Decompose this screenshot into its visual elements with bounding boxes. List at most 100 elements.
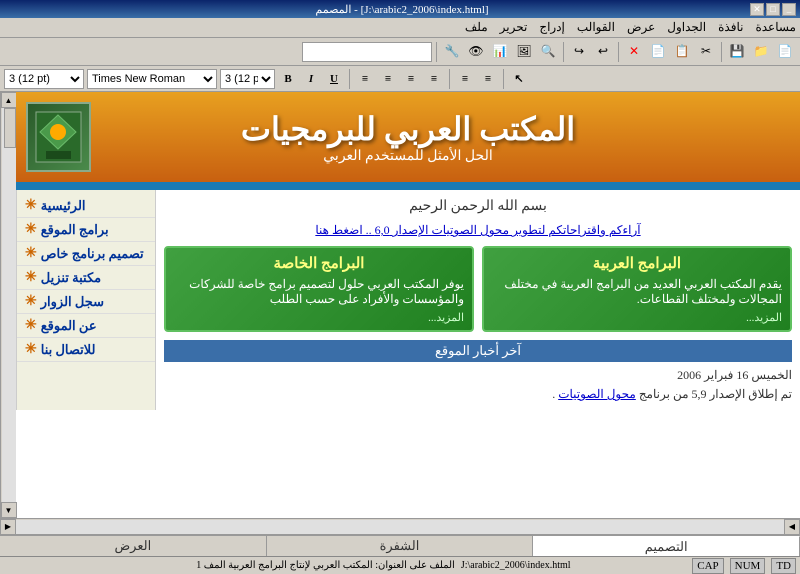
nav-programs-label: برامج الموقع xyxy=(41,222,109,238)
nav-sidebar: الرئيسية ✳ برامج الموقع ✳ تصميم برنامج خ… xyxy=(16,190,156,410)
copy-button[interactable]: 📋 xyxy=(671,41,693,63)
td-indicator: TD xyxy=(771,558,796,574)
scroll-down-button[interactable]: ▼ xyxy=(1,502,17,518)
title-bar: _ □ ✕ [J:\arabic2_2006\index.html] - الم… xyxy=(0,0,800,18)
menu-insert[interactable]: إدراج xyxy=(539,20,565,35)
tab-preview[interactable]: العرض xyxy=(0,536,267,556)
box2-more[interactable]: المزيد... xyxy=(174,311,464,324)
menu-edit[interactable]: تحرير xyxy=(500,20,528,35)
size-select[interactable]: 3 (12 pt) xyxy=(220,69,275,89)
address-input[interactable] xyxy=(302,42,432,62)
nav-contact-label: للاتصال بنا xyxy=(41,342,96,358)
arabic-programs-box: البرامج العربية يقدم المكتب العربي العدي… xyxy=(482,246,792,332)
minimize-button[interactable]: _ xyxy=(782,3,796,16)
table-button[interactable]: 📊 xyxy=(489,41,511,63)
new-button[interactable]: 📄 xyxy=(774,41,796,63)
nav-home-star: ✳ xyxy=(25,197,37,214)
open-button[interactable]: 📁 xyxy=(750,41,772,63)
close-button[interactable]: ✕ xyxy=(750,3,764,16)
separator-2 xyxy=(618,42,619,62)
nav-home-label: الرئيسية xyxy=(41,198,86,214)
main-layout: المكتب العربي للبرمجيات الحل الأمثل للمس… xyxy=(0,92,800,534)
status-info: الملف على العنوان: المكتب العربي لإنتاج … xyxy=(4,560,455,571)
separator-4 xyxy=(436,42,437,62)
image-button[interactable]: 🖼 xyxy=(513,41,535,63)
menu-window[interactable]: نافذة xyxy=(718,20,743,35)
content-area: المكتب العربي للبرمجيات الحل الأمثل للمس… xyxy=(0,92,800,534)
separator-1 xyxy=(721,42,722,62)
underline-button[interactable]: U xyxy=(324,69,344,89)
font-select[interactable]: Times New Roman xyxy=(87,69,217,89)
nav-about-star: ✳ xyxy=(25,317,37,334)
scroll-up-button[interactable]: ▲ xyxy=(1,92,17,108)
h-scroll-track[interactable] xyxy=(16,520,784,534)
site-subtitle: الحل الأمثل للمستخدم العربي xyxy=(241,148,575,165)
paragraph-select[interactable]: 3 (12 pt) xyxy=(4,69,84,89)
align-left[interactable]: ≡ xyxy=(355,69,375,89)
align-right[interactable]: ≡ xyxy=(401,69,421,89)
undo-button[interactable]: ↩ xyxy=(592,41,614,63)
menu-file[interactable]: ملف xyxy=(465,20,488,35)
maximize-button[interactable]: □ xyxy=(766,3,780,16)
align-justify[interactable]: ≡ xyxy=(424,69,444,89)
menu-bar: مساعدة نافذة الجداول عرض القوالب إدراج ت… xyxy=(0,18,800,38)
nav-visitors-star: ✳ xyxy=(25,293,37,310)
nav-design-star: ✳ xyxy=(25,245,37,262)
tab-code[interactable]: الشفرة xyxy=(267,536,534,556)
menu-view[interactable]: عرض xyxy=(627,20,655,35)
nav-visitors-label: سجل الزوار xyxy=(41,294,104,310)
status-path: J:\arabic2_2006\index.html xyxy=(461,560,686,571)
cursor-tool[interactable]: ↖ xyxy=(509,69,529,89)
window-title: [J:\arabic2_2006\index.html] - المصمم xyxy=(315,3,488,16)
nav-programs[interactable]: برامج الموقع ✳ xyxy=(17,218,155,242)
bold-button[interactable]: B xyxy=(278,69,298,89)
vertical-scrollbar[interactable]: ▲ ▼ xyxy=(0,92,16,518)
align-center[interactable]: ≡ xyxy=(378,69,398,89)
nav-home[interactable]: الرئيسية ✳ xyxy=(17,194,155,218)
site-logo xyxy=(26,102,91,172)
content-inner: المكتب العربي للبرمجيات الحل الأمثل للمس… xyxy=(0,92,800,518)
site-title: المكتب العربي للبرمجيات xyxy=(241,110,575,148)
italic-button[interactable]: I xyxy=(301,69,321,89)
nav-contact[interactable]: للاتصال بنا ✳ xyxy=(17,338,155,362)
box1-more[interactable]: المزيد... xyxy=(492,311,782,324)
scroll-track[interactable] xyxy=(2,108,16,502)
nav-design[interactable]: تصميم برنامج خاص ✳ xyxy=(17,242,155,266)
bismillah-text: بسم الله الرحمن الرحيم xyxy=(164,198,792,215)
fmt-separator-3 xyxy=(503,69,504,89)
preview-button[interactable]: 👁 xyxy=(465,41,487,63)
scroll-right-button[interactable]: ▶ xyxy=(0,519,16,535)
news-bar: آخر أخبار الموقع xyxy=(164,340,792,362)
settings-button[interactable]: 🔧 xyxy=(441,41,463,63)
news-date: الخميس 16 فبراير 2006 xyxy=(164,368,792,383)
nav-library-star: ✳ xyxy=(25,269,37,286)
window-controls[interactable]: _ □ ✕ xyxy=(750,3,796,16)
format-toolbar: 3 (12 pt) Times New Roman 3 (12 pt) B I … xyxy=(0,66,800,92)
search-button[interactable]: 🔍 xyxy=(537,41,559,63)
cut-button[interactable]: ✂ xyxy=(695,41,717,63)
redo-button[interactable]: ↪ xyxy=(568,41,590,63)
ordered-list[interactable]: ≡ xyxy=(478,69,498,89)
separator-3 xyxy=(563,42,564,62)
delete-button[interactable]: ✕ xyxy=(623,41,645,63)
scroll-thumb[interactable] xyxy=(4,108,16,148)
menu-templates[interactable]: القوالب xyxy=(577,20,615,35)
bottom-tabs: التصميم الشفرة العرض xyxy=(0,534,800,556)
main-body: بسم الله الرحمن الرحيم آراءكم واقتراحاتك… xyxy=(156,190,800,410)
nav-about[interactable]: عن الموقع ✳ xyxy=(17,314,155,338)
paste-button[interactable]: 📄 xyxy=(647,41,669,63)
news-link[interactable]: محول الصوتيات xyxy=(558,387,636,401)
scroll-left-button[interactable]: ◀ xyxy=(784,519,800,535)
tab-design[interactable]: التصميم xyxy=(533,536,800,556)
box2-body: يوفر المكتب العربي حلول لتصميم برامج خاص… xyxy=(174,277,464,307)
suggestions-link[interactable]: آراءكم واقتراحاتكم لتطوير محول الصوتيات … xyxy=(164,223,792,238)
menu-tables[interactable]: الجداول xyxy=(667,20,706,35)
unordered-list[interactable]: ≡ xyxy=(455,69,475,89)
nav-library[interactable]: مكتبة تنزيل ✳ xyxy=(17,266,155,290)
menu-help[interactable]: مساعدة xyxy=(755,20,796,35)
save-button[interactable]: 💾 xyxy=(726,41,748,63)
horizontal-scrollbar[interactable]: ◀ ▶ xyxy=(0,518,800,534)
page-header: المكتب العربي للبرمجيات الحل الأمثل للمس… xyxy=(16,92,800,182)
nav-contact-star: ✳ xyxy=(25,341,37,358)
nav-visitors[interactable]: سجل الزوار ✳ xyxy=(17,290,155,314)
